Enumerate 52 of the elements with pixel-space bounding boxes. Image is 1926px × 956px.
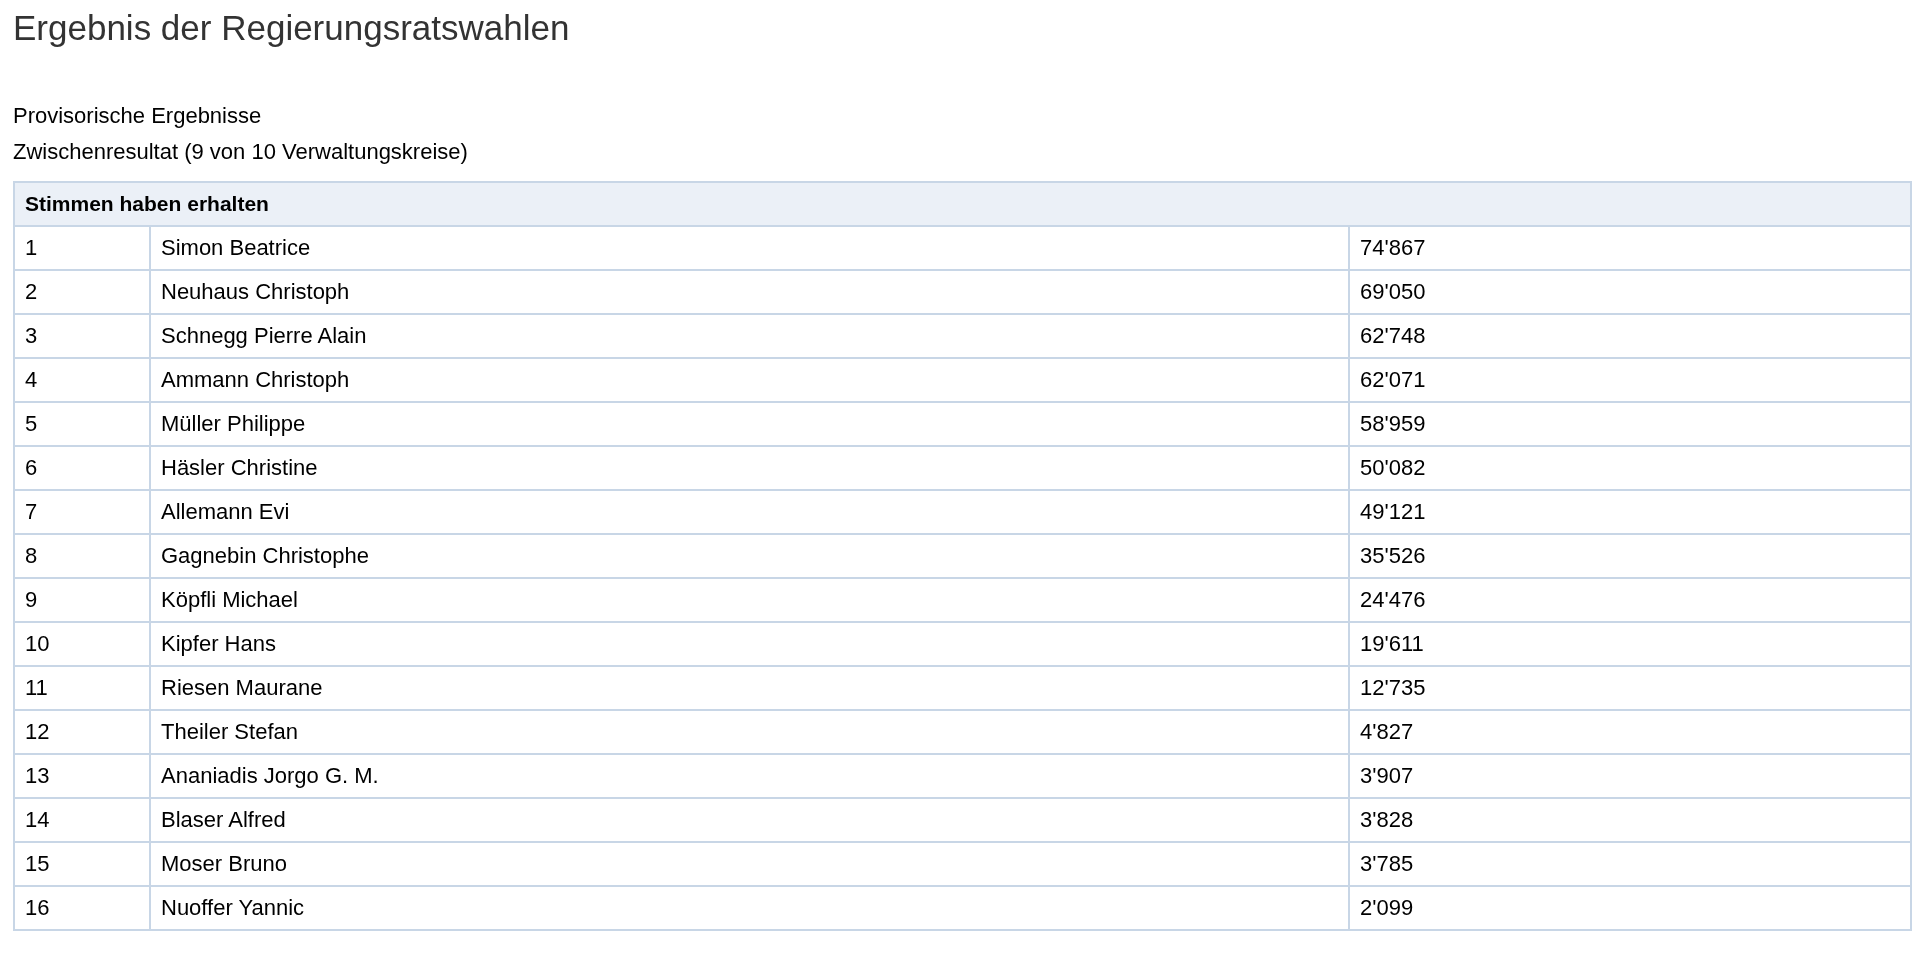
name-cell: Schnegg Pierre Alain [150,314,1349,358]
rank-cell: 14 [14,798,150,842]
rank-cell: 16 [14,886,150,930]
votes-cell: 69'050 [1349,270,1911,314]
subtitle-text: Zwischenresultat (9 von 10 Verwaltungskreise) [13,138,469,165]
rank-cell: 7 [14,490,150,534]
rank-cell: 9 [14,578,150,622]
votes-cell: 62'071 [1349,358,1911,402]
name-cell: Moser Bruno [150,842,1349,886]
votes-cell: 24'476 [1349,578,1911,622]
subtitle-text: Provisorische Ergebnisse [13,102,263,129]
votes-cell: 50'082 [1349,446,1911,490]
page-title: Ergebnis der Regierungsratswahlen [13,7,571,49]
rank-cell: 4 [14,358,150,402]
name-cell: Simon Beatrice [150,226,1349,270]
votes-cell: 3'907 [1349,754,1911,798]
rank-cell: 1 [14,226,150,270]
votes-cell: 3'785 [1349,842,1911,886]
rank-cell: 2 [14,270,150,314]
rank-cell: 12 [14,710,150,754]
rank-cell: 3 [14,314,150,358]
name-cell: Köpfli Michael [150,578,1349,622]
rank-cell: 6 [14,446,150,490]
name-cell: Ammann Christoph [150,358,1349,402]
name-cell: Theiler Stefan [150,710,1349,754]
rank-cell: 5 [14,402,150,446]
rank-cell: 13 [14,754,150,798]
name-cell: Müller Philippe [150,402,1349,446]
votes-cell: 62'748 [1349,314,1911,358]
rank-cell: 8 [14,534,150,578]
rank-cell: 11 [14,666,150,710]
rank-cell: 15 [14,842,150,886]
name-cell: Kipfer Hans [150,622,1349,666]
name-cell: Häsler Christine [150,446,1349,490]
votes-cell: 2'099 [1349,886,1911,930]
name-cell: Ananiadis Jorgo G. M. [150,754,1349,798]
name-cell: Blaser Alfred [150,798,1349,842]
name-cell: Allemann Evi [150,490,1349,534]
votes-cell: 3'828 [1349,798,1911,842]
votes-cell: 19'611 [1349,622,1911,666]
votes-cell: 74'867 [1349,226,1911,270]
votes-cell: 12'735 [1349,666,1911,710]
name-cell: Gagnebin Christophe [150,534,1349,578]
name-cell: Riesen Maurane [150,666,1349,710]
votes-cell: 58'959 [1349,402,1911,446]
name-cell: Nuoffer Yannic [150,886,1349,930]
votes-cell: 35'526 [1349,534,1911,578]
votes-cell: 4'827 [1349,710,1911,754]
rank-cell: 10 [14,622,150,666]
table-heading: Stimmen haben erhalten [14,182,1911,226]
name-cell: Neuhaus Christoph [150,270,1349,314]
votes-cell: 49'121 [1349,490,1911,534]
